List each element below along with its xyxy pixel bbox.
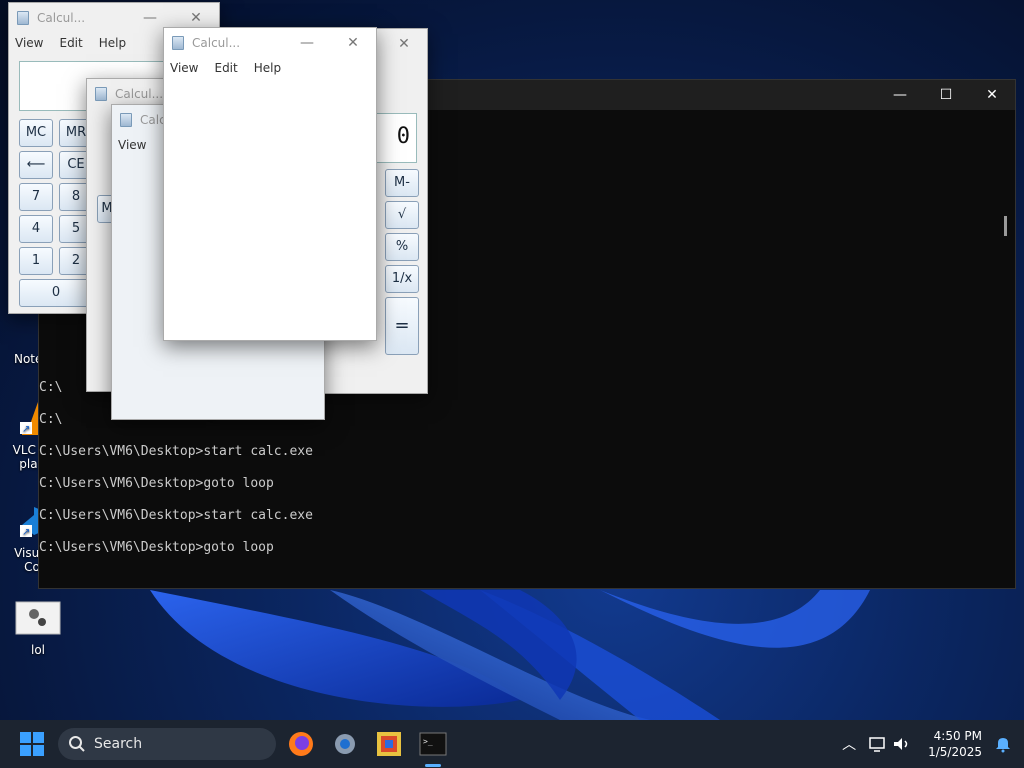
active-app-indicator (425, 764, 441, 767)
calculator-icon (172, 36, 184, 50)
calc-button-backspace[interactable]: ⟵ (19, 151, 53, 179)
terminal-scrollbar[interactable] (1004, 216, 1007, 236)
calc-button-percent[interactable]: % (385, 233, 419, 261)
close-button[interactable]: ✕ (381, 36, 427, 52)
menu-help[interactable]: Help (99, 36, 126, 50)
clock-time: 4:50 PM (933, 729, 982, 743)
calc-button-1[interactable]: 1 (19, 247, 53, 275)
calc-button-7[interactable]: 7 (19, 183, 53, 211)
window-title: Calc (140, 113, 166, 127)
paint-app-icon[interactable] (375, 730, 403, 758)
terminal-line: C:\Users\VM6\Desktop>start calc.exe (39, 508, 313, 523)
close-button[interactable]: ✕ (969, 87, 1015, 103)
minimize-button[interactable]: — (127, 10, 173, 26)
calc-button-mc[interactable]: MC (19, 119, 53, 147)
calc-button-0[interactable]: 0 (19, 279, 93, 307)
calc-button-reciprocal[interactable]: 1/x (385, 265, 419, 293)
calculator-icon (120, 113, 132, 127)
calc-button-equals[interactable]: = (385, 297, 419, 355)
terminal-line: C:\Users\VM6\Desktop>goto loop (39, 540, 274, 555)
network-icon[interactable] (868, 735, 888, 753)
terminal-app-icon[interactable]: >_ (419, 730, 447, 758)
calc-button-4[interactable]: 4 (19, 215, 53, 243)
terminal-line: C:\Users\VM6\Desktop>start calc.exe (39, 444, 313, 459)
taskbar-clock[interactable]: 4:50 PM 1/5/2025 (928, 728, 982, 760)
search-placeholder: Search (94, 736, 143, 752)
calculator-icon (95, 87, 107, 101)
display-value: 0 (396, 124, 410, 149)
menu-edit[interactable]: Edit (214, 61, 237, 75)
desktop-icon-lol[interactable]: lol (8, 600, 68, 657)
taskbar: Search >_ ︿ 4:50 PM 1/5/2025 (0, 720, 1024, 768)
maximize-button[interactable]: ☐ (923, 87, 969, 103)
terminal-line: C:\Users\VM6\Desktop>goto loop (39, 476, 274, 491)
menu-edit[interactable]: Edit (59, 36, 82, 50)
close-button[interactable]: ✕ (173, 10, 219, 26)
menu-view[interactable]: View (15, 36, 43, 50)
window-titlebar: Calcul... — ✕ (164, 28, 376, 58)
calc-button-mminus[interactable]: M- (385, 169, 419, 197)
calculator-display: 0 (371, 113, 417, 163)
calculator-icon (17, 11, 29, 25)
settings-gear-icon[interactable] (331, 730, 359, 758)
desktop-icon-label: lol (30, 643, 45, 657)
svg-text:↗: ↗ (22, 424, 30, 435)
settings-file-icon (15, 601, 61, 635)
volume-icon[interactable] (892, 735, 912, 753)
system-tray: ︿ 4:50 PM 1/5/2025 (834, 720, 1024, 768)
firefox-icon[interactable] (287, 730, 315, 758)
menu-view[interactable]: View (118, 138, 146, 152)
menu-help[interactable]: Help (254, 61, 281, 75)
notification-bell-icon[interactable] (994, 735, 1012, 753)
window-title: Calcul... (192, 36, 241, 50)
minimize-button[interactable]: — (877, 87, 923, 103)
minimize-button[interactable]: — (284, 35, 330, 51)
calc-button-sqrt[interactable]: √ (385, 201, 419, 229)
window-title: Calcul... (115, 87, 164, 101)
svg-text:↗: ↗ (22, 527, 30, 538)
window-title: Calcul... (37, 11, 86, 25)
chevron-up-icon[interactable]: ︿ (834, 734, 864, 754)
calculator-window-foreground[interactable]: Calcul... — ✕ View Edit Help (163, 27, 377, 341)
start-button[interactable] (20, 732, 44, 756)
menu-bar: View Edit Help (164, 58, 376, 78)
search-icon (69, 736, 85, 752)
clock-date: 1/5/2025 (928, 745, 982, 759)
svg-text:>_: >_ (423, 737, 433, 746)
menu-view[interactable]: View (170, 61, 198, 75)
taskbar-search[interactable]: Search (58, 728, 276, 760)
close-button[interactable]: ✕ (330, 35, 376, 51)
